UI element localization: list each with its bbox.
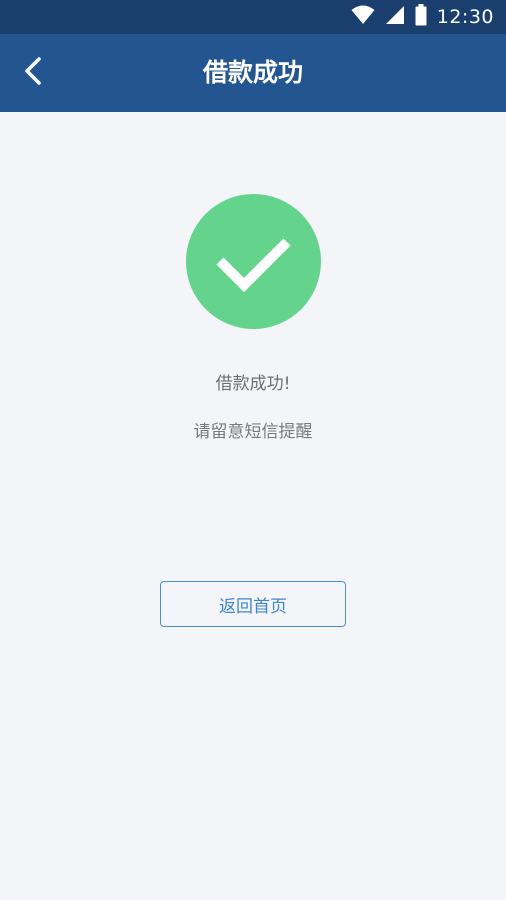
- status-bar: 12:30: [0, 0, 506, 34]
- battery-icon: [415, 4, 427, 30]
- status-time: 12:30: [436, 6, 494, 28]
- signal-icon: [385, 5, 405, 29]
- wifi-icon: [351, 5, 375, 29]
- app-bar: 借款成功: [0, 34, 506, 112]
- back-button[interactable]: [14, 54, 52, 92]
- chevron-left-icon: [22, 56, 44, 90]
- success-badge: [186, 194, 321, 329]
- page-title: 借款成功: [202, 58, 303, 87]
- return-home-button[interactable]: 返回首页: [160, 581, 346, 627]
- status-icons: 12:30: [351, 0, 494, 34]
- sms-reminder-text: 请留意短信提醒: [193, 422, 313, 442]
- success-message: 借款成功!: [215, 374, 291, 394]
